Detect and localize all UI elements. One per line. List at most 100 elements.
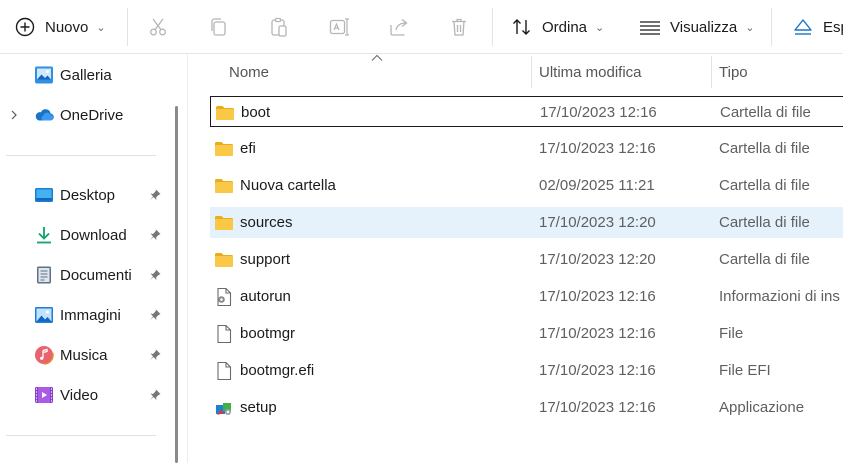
- column-header-modified[interactable]: Ultima modifica: [539, 54, 642, 90]
- view-label: Visualizza: [670, 18, 738, 36]
- sidebar-item-documents[interactable]: Documenti: [0, 257, 170, 293]
- file-modified: 17/10/2023 12:16: [539, 362, 656, 379]
- folder-icon: [214, 213, 234, 233]
- file-name: autorun: [240, 288, 291, 305]
- sidebar-item-label: Video: [60, 386, 99, 404]
- delete-icon: [448, 16, 470, 38]
- file-icon: [214, 361, 234, 381]
- file-name: efi: [240, 140, 256, 157]
- file-modified: 17/10/2023 12:20: [539, 214, 656, 231]
- table-row[interactable]: boot 17/10/2023 12:16 Cartella di file: [210, 96, 843, 127]
- chevron-right-icon[interactable]: [9, 110, 19, 120]
- table-row[interactable]: sources 17/10/2023 12:20 Cartella di file: [210, 207, 843, 238]
- sidebar-item-label: Musica: [60, 346, 108, 364]
- file-modified: 02/09/2025 11:21: [539, 177, 655, 194]
- settings-file-icon: [214, 287, 234, 307]
- file-type: Cartella di file: [719, 140, 810, 157]
- table-row[interactable]: support 17/10/2023 12:20 Cartella di file: [210, 244, 843, 275]
- pin-icon[interactable]: [148, 308, 162, 322]
- file-type: Informazioni di ins: [719, 288, 840, 305]
- download-icon: [34, 225, 54, 245]
- table-row[interactable]: bootmgr 17/10/2023 12:16 File: [210, 318, 843, 349]
- column-resize-handle[interactable]: [711, 56, 712, 88]
- share-button[interactable]: [388, 0, 410, 54]
- column-header-name[interactable]: Nome: [229, 54, 269, 90]
- desktop-icon: [34, 185, 54, 205]
- column-resize-handle[interactable]: [531, 56, 532, 88]
- file-name: Nuova cartella: [240, 177, 336, 194]
- file-name: setup: [240, 399, 277, 416]
- sidebar-item-video[interactable]: Video: [0, 377, 170, 413]
- sidebar-item-gallery[interactable]: Galleria: [0, 57, 170, 93]
- cut-button[interactable]: [147, 0, 169, 54]
- sort-button[interactable]: Ordina ⌄: [511, 0, 604, 54]
- file-modified: 17/10/2023 12:20: [539, 251, 656, 268]
- file-icon: [214, 324, 234, 344]
- pin-icon[interactable]: [148, 228, 162, 242]
- column-header-type[interactable]: Tipo: [719, 54, 748, 90]
- file-type: File: [719, 325, 744, 342]
- sidebar-item-label: Download: [60, 226, 127, 244]
- file-type: Cartella di file: [719, 251, 810, 268]
- paste-icon: [268, 16, 290, 38]
- sidebar-scrollbar[interactable]: [175, 106, 178, 463]
- rename-button[interactable]: [328, 0, 350, 54]
- paste-button[interactable]: [268, 0, 290, 54]
- file-name: sources: [240, 214, 293, 231]
- file-modified: 17/10/2023 12:16: [539, 140, 656, 157]
- sidebar-item-label: Desktop: [60, 186, 116, 204]
- delete-button[interactable]: [448, 0, 470, 54]
- table-row[interactable]: setup 17/10/2023 12:16 Applicazione: [210, 392, 843, 423]
- pin-icon[interactable]: [148, 188, 162, 202]
- file-name: bootmgr.efi: [240, 362, 315, 379]
- copy-icon: [207, 16, 229, 38]
- toolbar-divider: [771, 8, 772, 46]
- sort-label: Ordina: [542, 18, 588, 36]
- cloud-icon: [34, 105, 54, 125]
- file-type: Cartella di file: [719, 177, 810, 194]
- chevron-down-icon: ⌄: [595, 21, 605, 34]
- sidebar-item-label: OneDrive: [60, 106, 124, 124]
- copy-button[interactable]: [207, 0, 229, 54]
- file-type: Cartella di file: [719, 214, 810, 231]
- pictures-icon: [34, 305, 54, 325]
- sidebar-item-desktop[interactable]: Desktop: [0, 177, 170, 213]
- file-modified: 17/10/2023 12:16: [539, 399, 656, 416]
- sidebar-item-music[interactable]: Musica: [0, 337, 170, 373]
- folder-icon: [215, 103, 235, 123]
- pin-icon[interactable]: [148, 348, 162, 362]
- table-row[interactable]: Nuova cartella 02/09/2025 11:21 Cartella d…: [210, 170, 843, 201]
- music-icon: [34, 345, 54, 365]
- sidebar-item-onedrive[interactable]: OneDrive: [0, 97, 170, 133]
- view-icon: [639, 16, 661, 38]
- table-row[interactable]: efi 17/10/2023 12:16 Cartella di file: [210, 133, 843, 164]
- chevron-down-icon: ⌄: [96, 21, 106, 34]
- table-row[interactable]: autorun 17/10/2023 12:16 Informazioni di i…: [210, 281, 843, 312]
- sidebar-item-label: Galleria: [60, 66, 112, 84]
- toolbar-divider: [492, 8, 493, 46]
- sidebar-item-label: Documenti: [60, 266, 132, 284]
- new-button[interactable]: Nuovo ⌄: [14, 0, 106, 54]
- sort-ascending-icon: [371, 54, 383, 61]
- file-name: support: [240, 251, 291, 268]
- plus-circle-icon: [14, 16, 36, 38]
- file-modified: 17/10/2023 12:16: [539, 325, 656, 342]
- view-button[interactable]: Visualizza ⌄: [639, 0, 754, 54]
- sidebar-item-download[interactable]: Download: [0, 217, 170, 253]
- scissors-icon: [147, 16, 169, 38]
- sidebar-item-pictures[interactable]: Immagini: [0, 297, 170, 333]
- command-bar: Nuovo ⌄ Ordina ⌄ Visualizza ⌄ Es: [0, 0, 843, 54]
- new-label: Nuovo: [45, 18, 89, 36]
- folder-icon: [214, 176, 234, 196]
- table-row[interactable]: bootmgr.efi 17/10/2023 12:16 File EFI: [210, 355, 843, 386]
- toolbar-divider: [127, 8, 128, 46]
- folder-icon: [214, 250, 234, 270]
- rename-icon: [328, 16, 350, 38]
- file-name: bootmgr: [240, 325, 296, 342]
- extract-button[interactable]: Esp: [792, 0, 843, 54]
- sidebar-divider: [6, 155, 156, 156]
- file-type: Cartella di file: [720, 104, 811, 121]
- navigation-pane: Galleria OneDrive Desktop Download Docum…: [0, 54, 188, 463]
- pin-icon[interactable]: [148, 268, 162, 282]
- pin-icon[interactable]: [148, 388, 162, 402]
